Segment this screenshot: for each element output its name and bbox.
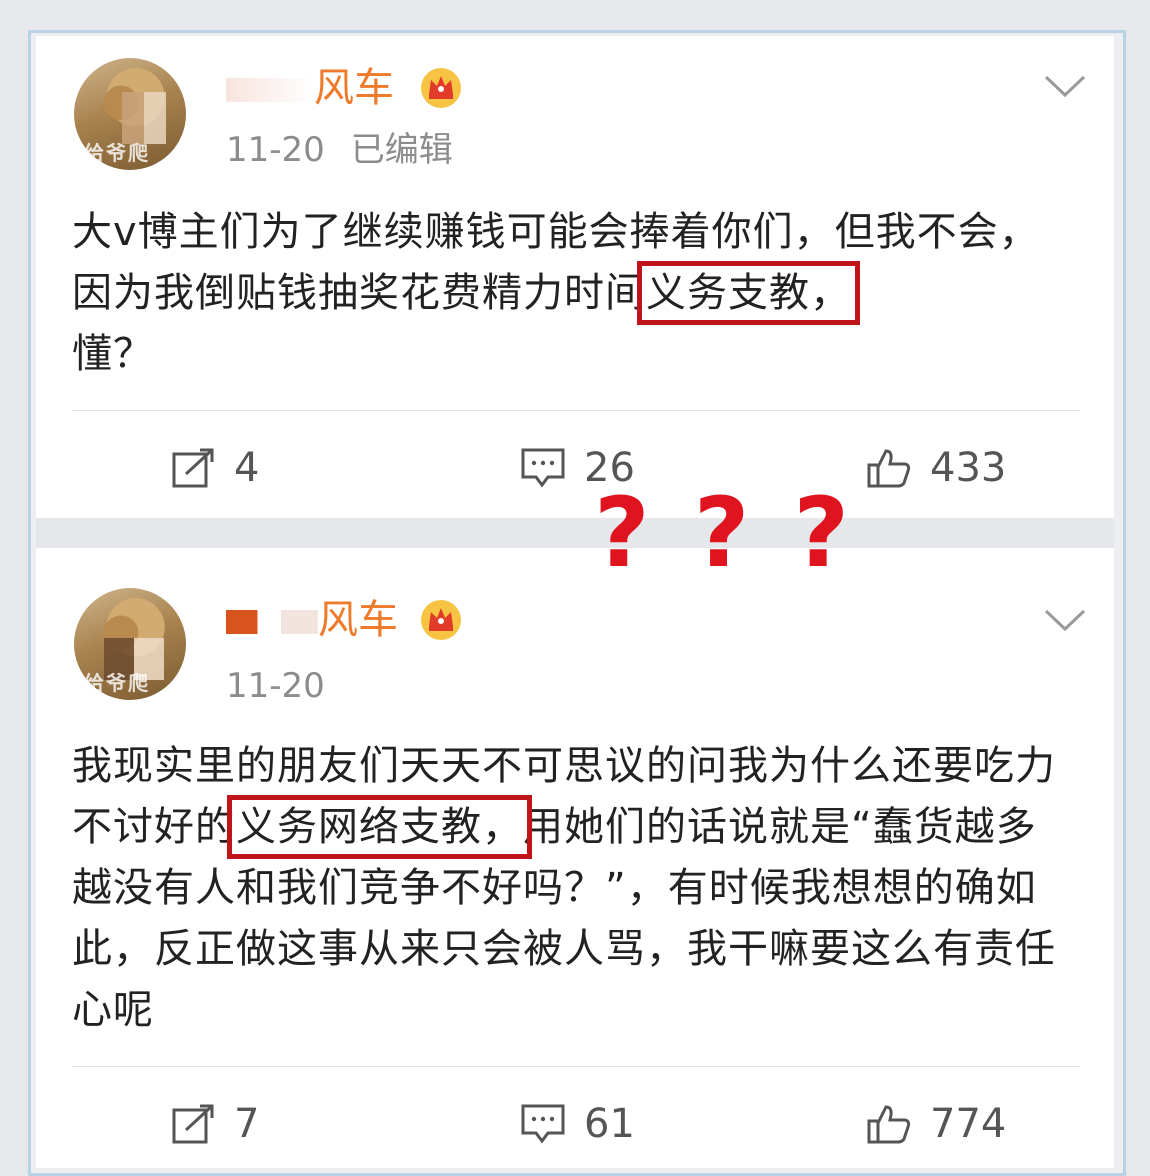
weibo-post: 给爷爬 风车 11-20 我现实里的朋友们天天不可思议的问我为什么还要吃力不讨好… — [36, 548, 1114, 1168]
username[interactable]: 风车 — [226, 596, 398, 644]
weibo-post: 给爷爬 风车 11-20 已编辑 大v博主们为了继续赚钱可能会捧着你们，但我不会，… — [36, 36, 1114, 518]
edited-label: 已编辑 — [350, 130, 453, 170]
repost-button[interactable]: 4 — [172, 438, 259, 498]
post-text: 大v博主们为了继续赚钱可能会捧着你们，但我不会，因为我倒贴钱抽奖花费精力时间义务… — [72, 202, 1072, 385]
username-text: 风车 — [314, 65, 394, 111]
question-marks-overlay: ? ? ? — [594, 485, 849, 581]
blurred-name — [226, 78, 314, 102]
highlighted-phrase: 义务支教， — [637, 261, 860, 325]
avatar-watermark: 给爷爬 — [84, 671, 150, 695]
question-mark: ? — [693, 477, 750, 589]
username-text: 风车 — [318, 597, 398, 643]
post-text-part: 大v博主们为了继续赚钱可能会捧着你们，但我不会，因为我倒贴钱抽奖花费精力时间 — [72, 209, 1040, 316]
repost-icon — [172, 1104, 214, 1144]
divider — [72, 410, 1080, 411]
avatar[interactable]: 给爷爬 — [74, 58, 186, 170]
divider — [72, 1066, 1080, 1067]
action-bar: 7 61 774 — [36, 1094, 1114, 1154]
avatar[interactable]: 给爷爬 — [74, 588, 186, 700]
post-date: 11-20 — [226, 666, 325, 706]
post-meta: 11-20 已编辑 — [226, 130, 453, 170]
like-icon — [867, 449, 911, 488]
question-mark: ? — [594, 477, 650, 589]
crown-badge-icon — [421, 600, 461, 640]
highlighted-phrase: 义务网络支教， — [227, 795, 532, 859]
like-count: 774 — [930, 1101, 1007, 1147]
repost-button[interactable]: 7 — [172, 1094, 259, 1154]
post-date: 11-20 — [226, 130, 325, 170]
post-text: 我现实里的朋友们天天不可思议的问我为什么还要吃力不讨好的义务网络支教，用她们的话… — [72, 736, 1072, 1041]
comment-icon — [521, 448, 565, 488]
blurred-name — [226, 610, 318, 634]
repost-count: 7 — [234, 1101, 260, 1147]
avatar-watermark: 给爷爬 — [84, 141, 150, 165]
repost-icon — [172, 448, 214, 488]
action-bar: 4 26 433 — [36, 438, 1114, 498]
comment-button[interactable]: 61 — [520, 1094, 635, 1154]
like-button[interactable]: 433 — [866, 438, 1006, 498]
like-button[interactable]: 774 — [866, 1094, 1006, 1154]
post-meta: 11-20 — [226, 666, 325, 706]
chevron-down-icon[interactable] — [1044, 74, 1086, 98]
username[interactable]: 风车 — [226, 64, 394, 112]
like-count: 433 — [930, 445, 1007, 491]
post-separator — [36, 518, 1114, 548]
comment-count: 61 — [584, 1101, 635, 1147]
crown-badge-icon — [421, 68, 461, 108]
repost-count: 4 — [234, 445, 260, 491]
question-mark: ? — [793, 477, 850, 589]
chevron-down-icon[interactable] — [1044, 608, 1086, 632]
post-text-part: 懂？ — [72, 331, 154, 377]
